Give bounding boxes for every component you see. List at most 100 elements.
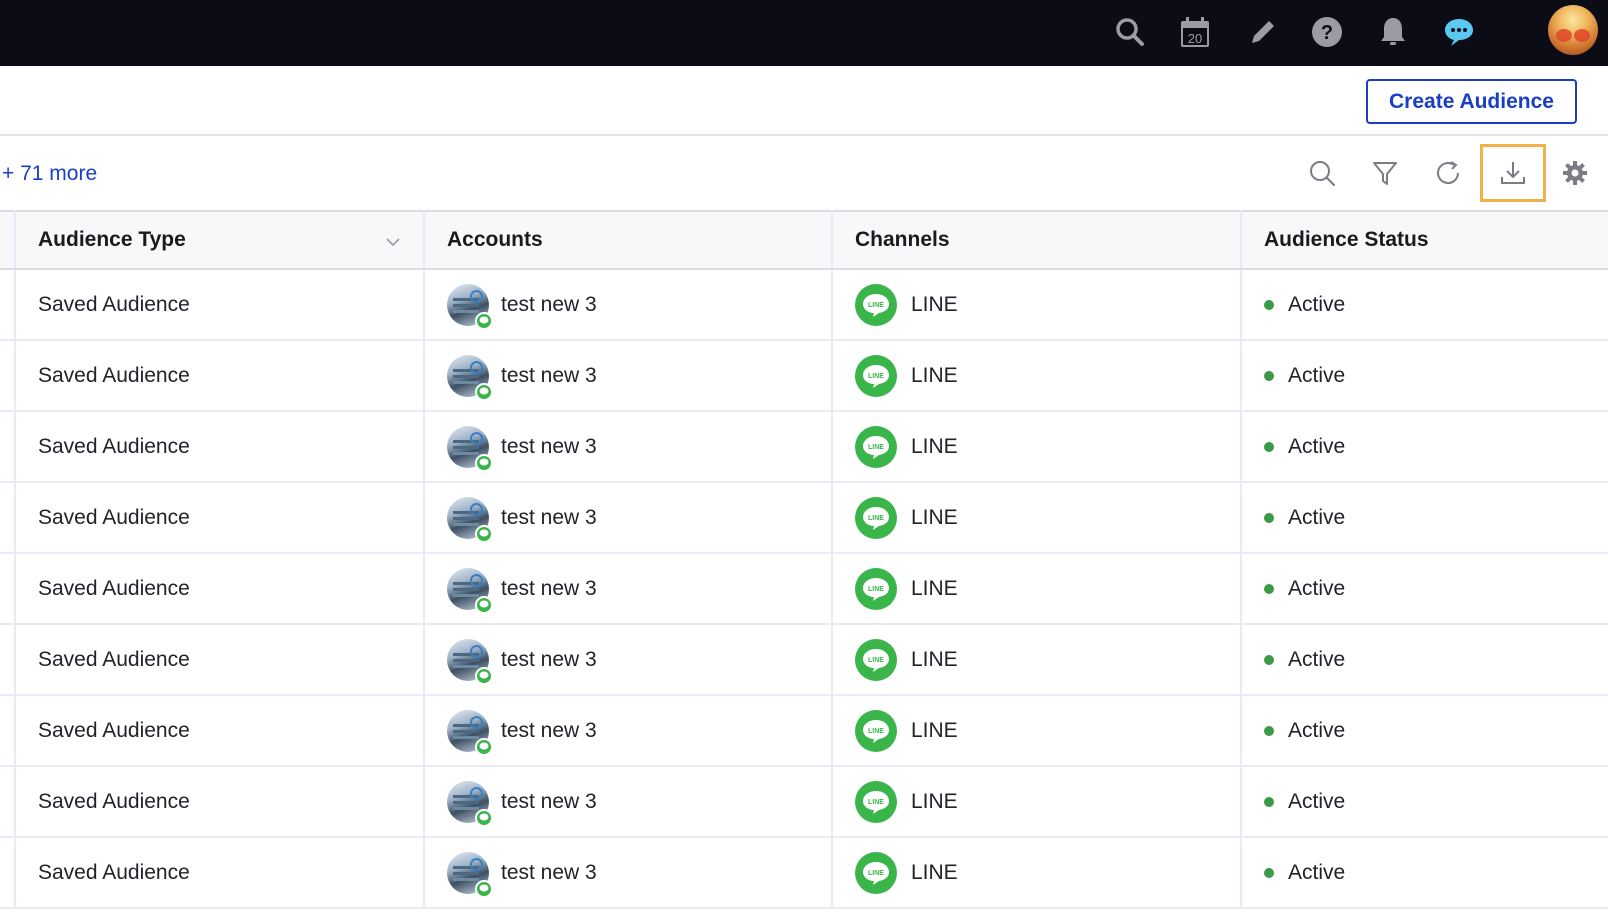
channel-name: LINE — [911, 292, 958, 316]
create-audience-button[interactable]: Create Audience — [1366, 79, 1577, 124]
account-avatar — [447, 354, 493, 401]
help-icon[interactable]: ? — [1307, 12, 1347, 52]
line-badge-icon — [475, 524, 493, 543]
refresh-icon[interactable] — [1416, 144, 1482, 202]
chevron-down-icon[interactable] — [385, 232, 401, 256]
table-toolbar: + 71 more — [0, 136, 1608, 210]
search-icon[interactable] — [1289, 144, 1355, 202]
line-logo-icon: LINE — [855, 780, 897, 823]
row-select-cell — [0, 837, 16, 909]
channel-name: LINE — [911, 434, 958, 458]
line-logo-icon: LINE — [855, 638, 897, 681]
svg-text:LINE: LINE — [868, 586, 884, 593]
settings-icon[interactable] — [1545, 144, 1605, 202]
account-avatar — [447, 638, 493, 685]
column-label: Channels — [855, 228, 950, 251]
account-name[interactable]: test new 3 — [501, 506, 597, 530]
status-badge: Active — [1288, 647, 1346, 671]
account-name[interactable]: test new 3 — [501, 435, 597, 459]
filter-icon[interactable] — [1352, 144, 1418, 202]
account-cell: test new 3 — [424, 624, 833, 696]
svg-text:LINE: LINE — [868, 444, 884, 451]
status-dot-icon — [1264, 512, 1274, 523]
column-header-channels[interactable]: Channels — [832, 210, 1242, 270]
status-dot-icon — [1264, 654, 1274, 665]
status-badge: Active — [1288, 789, 1346, 813]
account-name[interactable]: test new 3 — [501, 648, 597, 672]
more-filters-link[interactable]: + 71 more — [2, 162, 97, 186]
svg-text:?: ? — [1321, 22, 1333, 44]
status-dot-icon — [1264, 583, 1274, 594]
svg-text:LINE: LINE — [868, 302, 884, 309]
channel-cell: LINE LINE — [832, 695, 1242, 767]
audience-type-cell: Saved Audience — [15, 695, 425, 767]
status-cell: Active — [1241, 695, 1608, 767]
line-logo-icon: LINE — [855, 425, 897, 468]
page-header: Create Audience — [0, 66, 1608, 136]
download-icon[interactable] — [1480, 144, 1546, 202]
pencil-icon[interactable] — [1243, 12, 1283, 52]
column-label: Accounts — [447, 228, 543, 251]
table-row[interactable]: Saved Audience test new 3 LINE LINE Acti… — [0, 766, 1608, 838]
table-row[interactable]: Saved Audience test new 3 LINE LINE Acti… — [0, 340, 1608, 412]
status-badge: Active — [1288, 434, 1346, 458]
table-row[interactable]: Saved Audience test new 3 LINE LINE Acti… — [0, 624, 1608, 696]
row-select-cell — [0, 340, 16, 412]
account-name[interactable]: test new 3 — [501, 364, 597, 388]
account-name[interactable]: test new 3 — [501, 577, 597, 601]
line-badge-icon — [475, 311, 493, 330]
channel-name: LINE — [911, 647, 958, 671]
table-row[interactable]: Saved Audience test new 3 LINE LINE Acti… — [0, 411, 1608, 483]
calendar-icon[interactable]: 20 — [1175, 12, 1215, 52]
line-badge-icon — [475, 879, 493, 898]
status-badge: Active — [1288, 718, 1346, 742]
status-badge: Active — [1288, 860, 1346, 884]
table-row[interactable]: Saved Audience test new 3 LINE LINE Acti… — [0, 553, 1608, 625]
status-cell: Active — [1241, 837, 1608, 909]
status-badge: Active — [1288, 505, 1346, 529]
audience-type: Saved Audience — [38, 434, 190, 458]
account-cell: test new 3 — [424, 553, 833, 625]
line-badge-icon — [475, 595, 493, 614]
table-header-row: Audience Type Accounts Channels Audience… — [0, 210, 1608, 270]
audience-type: Saved Audience — [38, 789, 190, 813]
user-avatar[interactable] — [1548, 5, 1598, 55]
table-row[interactable]: Saved Audience test new 3 LINE LINE Acti… — [0, 482, 1608, 554]
status-cell: Active — [1241, 269, 1608, 341]
account-name[interactable]: test new 3 — [501, 790, 597, 814]
channel-cell: LINE LINE — [832, 837, 1242, 909]
bell-icon[interactable] — [1373, 12, 1413, 52]
channel-name: LINE — [911, 789, 958, 813]
account-avatar — [447, 283, 493, 330]
table-row[interactable]: Saved Audience test new 3 LINE LINE Acti… — [0, 837, 1608, 909]
audience-type-cell: Saved Audience — [15, 766, 425, 838]
account-name[interactable]: test new 3 — [501, 861, 597, 885]
line-logo-icon: LINE — [855, 354, 897, 397]
account-cell: test new 3 — [424, 269, 833, 341]
status-cell: Active — [1241, 766, 1608, 838]
row-select-cell — [0, 269, 16, 341]
audience-type-cell: Saved Audience — [15, 482, 425, 554]
line-logo-icon: LINE — [855, 283, 897, 326]
column-label: Audience Status — [1264, 228, 1429, 251]
column-label: Audience Type — [38, 228, 186, 251]
account-cell: test new 3 — [424, 411, 833, 483]
status-badge: Active — [1288, 363, 1346, 387]
table-row[interactable]: Saved Audience test new 3 LINE LINE Acti… — [0, 269, 1608, 341]
status-dot-icon — [1264, 370, 1274, 381]
column-header-audience-type[interactable]: Audience Type — [15, 210, 425, 270]
audience-type: Saved Audience — [38, 718, 190, 742]
audience-type: Saved Audience — [38, 363, 190, 387]
search-icon[interactable] — [1110, 12, 1150, 52]
account-name[interactable]: test new 3 — [501, 293, 597, 317]
channel-cell: LINE LINE — [832, 624, 1242, 696]
row-select-cell — [0, 766, 16, 838]
status-cell: Active — [1241, 411, 1608, 483]
audience-type-cell: Saved Audience — [15, 837, 425, 909]
column-header-audience-status[interactable]: Audience Status — [1241, 210, 1608, 270]
column-header-accounts[interactable]: Accounts — [424, 210, 833, 270]
chat-icon[interactable] — [1439, 12, 1479, 52]
account-name[interactable]: test new 3 — [501, 719, 597, 743]
table-row[interactable]: Saved Audience test new 3 LINE LINE Acti… — [0, 695, 1608, 767]
channel-name: LINE — [911, 363, 958, 387]
